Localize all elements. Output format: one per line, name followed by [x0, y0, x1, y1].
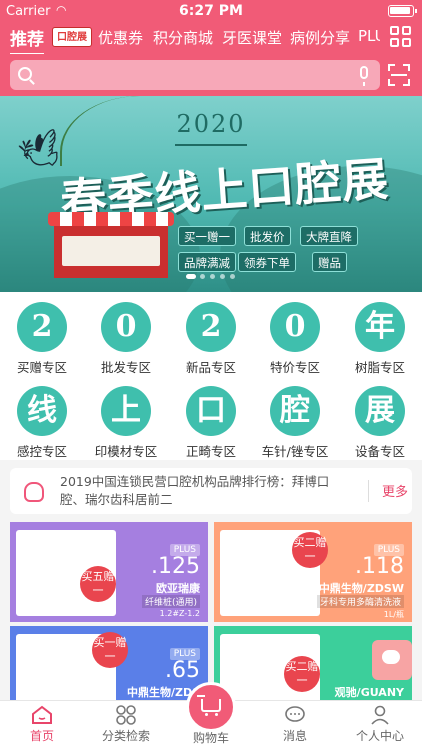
user-icon [369, 705, 391, 725]
tab-dentist-class[interactable]: 牙医课堂 [222, 27, 282, 48]
product-spec: 1.2#Z-1.2 [159, 609, 200, 618]
product-brand: 中鼎生物/ZDSW [318, 582, 404, 595]
carousel-indicator [186, 274, 246, 280]
promo-banner[interactable]: 🕊 2020 春季线上口腔展 买一赠一 批发价 大牌直降 品牌满减 领券下单 赠… [0, 96, 422, 292]
promo-badge: 买一赠一 [92, 632, 128, 668]
chat-icon[interactable] [372, 640, 412, 680]
category-special-price[interactable]: 0 特价专区 [260, 302, 330, 376]
category-grid: 2 买赠专区 0 批发专区 2 新品专区 0 特价专区 年 树脂专区 线 感控专… [0, 292, 422, 460]
banner-tag: 赠品 [312, 252, 347, 272]
category-wholesale[interactable]: 0 批发专区 [91, 302, 161, 376]
nav-profile[interactable]: 个人中心 [338, 705, 422, 744]
nav-home[interactable]: 首页 [0, 705, 84, 744]
nav-categories[interactable]: 分类检索 [84, 705, 168, 744]
banner-year: 2020 [176, 110, 246, 138]
category-orthodontics[interactable]: 口 正畸专区 [176, 386, 246, 460]
product-brand: 欧亚瑞康 [156, 582, 200, 595]
banner-tag: 领券下单 [238, 252, 296, 272]
product-brand: 观驰/GUANY [334, 686, 404, 699]
tab-points-mall[interactable]: 积分商城 [153, 27, 213, 48]
nav-messages[interactable]: 消息 [253, 705, 337, 744]
cart-icon [197, 695, 221, 716]
news-headline[interactable]: 2019中国连锁民营口腔机构品牌排行榜：拜博口腔、瑞尔齿科居前二 [60, 473, 350, 509]
status-time: 6:27 PM [179, 3, 243, 19]
product-card[interactable]: 买一赠一 PLUS .65 中鼎生物/ZDS [10, 626, 208, 700]
categories-icon [115, 705, 137, 725]
news-ticker[interactable]: 2019中国连锁民营口腔机构品牌排行榜：拜博口腔、瑞尔齿科居前二 更多 [10, 468, 412, 514]
product-card[interactable]: 买二赠一 PLUS .118 中鼎生物/ZDSW 牙科专用多酶清洗液 1L/瓶 [214, 522, 412, 622]
category-grid-icon[interactable] [390, 26, 412, 48]
battery-icon [388, 5, 417, 17]
tab-oral-expo[interactable]: 口腔展 [52, 27, 92, 47]
promo-badge: 买二赠一 [284, 656, 320, 692]
product-price: .125 [151, 554, 200, 579]
product-card[interactable]: 买五赠一 PLUS .125 欧亚瑞康 纤维桩(通用) 1.2#Z-1.2 [10, 522, 208, 622]
message-icon [284, 705, 306, 725]
promo-badge: 买五赠一 [80, 566, 116, 602]
tooth-icon [24, 482, 44, 502]
category-infection-control[interactable]: 线 感控专区 [7, 386, 77, 460]
search-input[interactable] [10, 60, 380, 90]
app-header: Carrier ◠ 6:27 PM 推荐 口腔展 优惠券 积分商城 牙医课堂 病… [0, 0, 422, 96]
category-burs-files[interactable]: 腔 车针/锉专区 [260, 386, 330, 460]
banner-tag: 批发价 [244, 226, 291, 246]
cart-button[interactable] [186, 682, 236, 732]
product-desc: 纤维桩(通用) [141, 595, 200, 608]
tab-recommend[interactable]: 推荐 [10, 25, 44, 54]
product-price: .65 [165, 658, 200, 683]
top-tab-bar: 推荐 口腔展 优惠券 积分商城 牙医课堂 病例分享 PLU [0, 24, 380, 54]
product-price: .118 [355, 554, 404, 579]
banner-tag: 大牌直降 [300, 226, 358, 246]
category-resin[interactable]: 年 树脂专区 [345, 302, 415, 376]
microphone-icon[interactable] [360, 66, 368, 86]
tab-plus[interactable]: PLU [358, 27, 380, 45]
category-equipment[interactable]: 展 设备专区 [345, 386, 415, 460]
promo-badge: 买二赠一 [292, 532, 328, 568]
category-impression[interactable]: 上 印模材专区 [91, 386, 161, 460]
market-stall-illustration [48, 212, 174, 278]
scan-icon[interactable] [388, 64, 410, 86]
home-icon [31, 705, 53, 725]
search-icon [18, 67, 32, 81]
product-desc: 牙科专用多酶清洗液 [316, 595, 404, 608]
banner-tag: 品牌满减 [178, 252, 236, 272]
category-buy-gift[interactable]: 2 买赠专区 [7, 302, 77, 376]
product-spec: 1L/瓶 [383, 610, 404, 619]
banner-tag: 买一赠一 [178, 226, 236, 246]
category-new-products[interactable]: 2 新品专区 [176, 302, 246, 376]
tab-coupons[interactable]: 优惠券 [98, 27, 143, 48]
more-news-link[interactable]: 更多 [382, 481, 408, 500]
status-bar: Carrier ◠ 6:27 PM [0, 0, 422, 22]
tab-case-share[interactable]: 病例分享 [290, 27, 350, 48]
